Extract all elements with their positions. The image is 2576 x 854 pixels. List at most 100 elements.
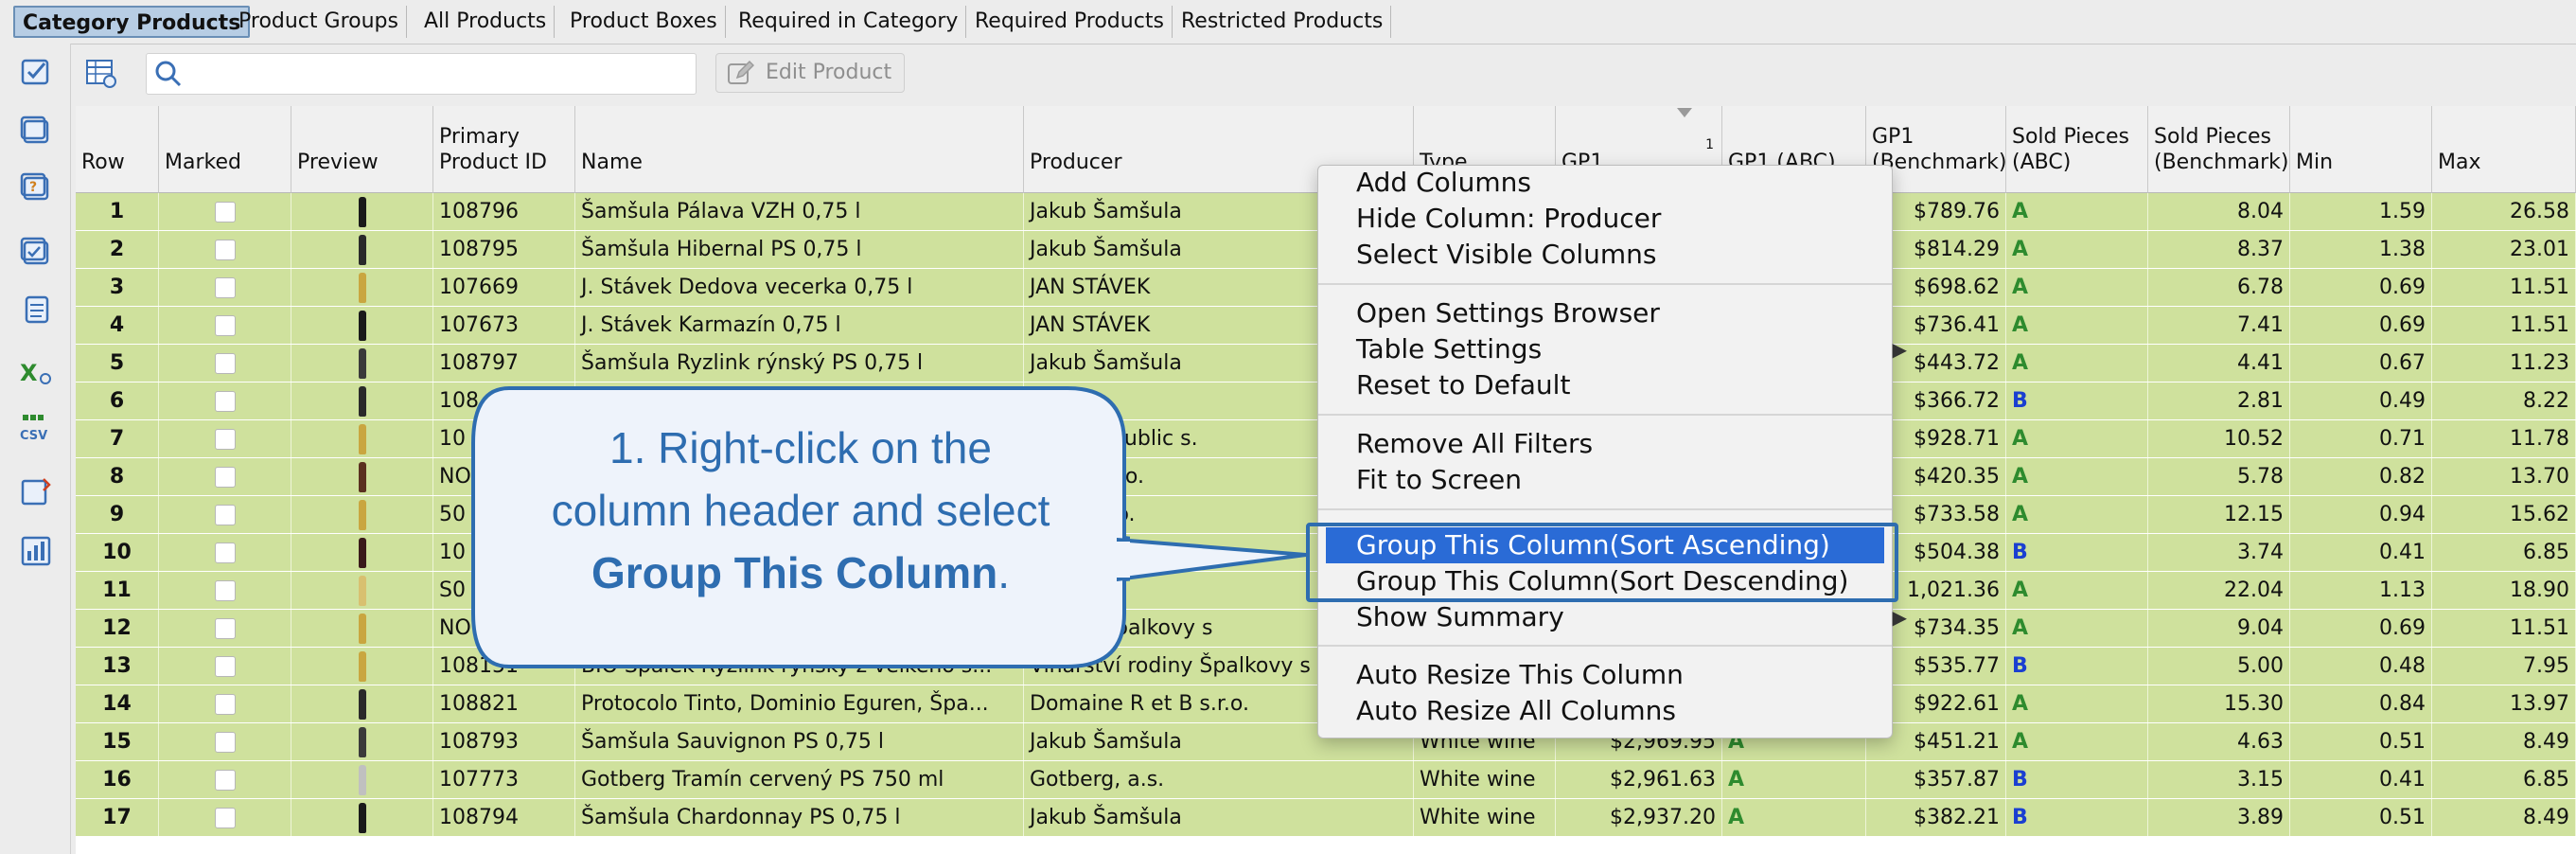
mark-checkbox[interactable] (214, 277, 236, 298)
edit-icon (728, 60, 754, 84)
cell-marked[interactable] (159, 685, 291, 722)
cell-marked[interactable] (159, 799, 291, 836)
menu-item-auto-resize-this-column[interactable]: Auto Resize This Column (1356, 658, 1684, 692)
table-settings-icon[interactable] (85, 57, 117, 89)
cell-id: 107673 (433, 307, 575, 344)
search-box[interactable] (146, 53, 697, 95)
cell-max: 26.58 (2432, 193, 2576, 230)
tab-all-products[interactable]: All Products (416, 6, 556, 38)
mark-checkbox[interactable] (214, 315, 236, 336)
mark-checkbox[interactable] (214, 580, 236, 601)
cell-marked[interactable] (159, 610, 291, 647)
mark-checkbox[interactable] (214, 391, 236, 412)
menu-item-table-settings[interactable]: Table Settings ▶ (1356, 332, 1907, 366)
csv-export-icon[interactable]: CSV (19, 411, 53, 445)
mark-checkbox[interactable] (214, 770, 236, 791)
check-list-icon[interactable] (19, 55, 53, 89)
cell-sold-bench: 4.41 (2148, 345, 2290, 382)
cell-marked[interactable] (159, 193, 291, 230)
mark-checkbox[interactable] (214, 505, 236, 525)
tab-product-groups[interactable]: Product Groups (231, 6, 407, 38)
cell-row: 14 (76, 685, 159, 722)
column-header-min[interactable]: Min (2290, 106, 2432, 193)
tab-restricted-products[interactable]: Restricted Products (1173, 6, 1392, 38)
mark-checkbox[interactable] (214, 694, 236, 715)
cell-max: 11.51 (2432, 269, 2576, 306)
cell-marked[interactable] (159, 269, 291, 306)
cell-marked[interactable] (159, 345, 291, 382)
cell-marked[interactable] (159, 534, 291, 571)
cell-row: 9 (76, 496, 159, 533)
cell-marked[interactable] (159, 572, 291, 609)
cell-marked[interactable] (159, 383, 291, 419)
mark-checkbox[interactable] (214, 240, 236, 260)
tab-category-products[interactable]: Category Products (13, 6, 251, 38)
column-header-label: Producer (1030, 151, 1122, 174)
column-header-name[interactable]: Name (575, 106, 1024, 193)
sort-icon[interactable] (19, 475, 53, 509)
column-header-primary-product-id[interactable]: Primary Product ID (433, 106, 575, 193)
column-header-marked[interactable]: Marked (159, 106, 291, 193)
mark-checkbox[interactable] (214, 467, 236, 488)
mark-checkbox[interactable] (214, 618, 236, 639)
image-check-icon[interactable] (19, 235, 53, 269)
cell-marked[interactable] (159, 231, 291, 268)
menu-item-auto-resize-all-columns[interactable]: Auto Resize All Columns (1356, 694, 1676, 728)
column-header-sold-pieces-benchmark[interactable]: Sold Pieces (Benchmark) (2148, 106, 2290, 193)
cell-marked[interactable] (159, 648, 291, 685)
table-row[interactable]: 17 108794 Šamšula Chardonnay PS 0,75 l Jaku… (76, 799, 2576, 837)
tab-required-products[interactable]: Required Products (967, 6, 1173, 38)
column-header-max[interactable]: Max (2432, 106, 2576, 193)
notes-icon[interactable] (19, 292, 53, 326)
cell-marked[interactable] (159, 420, 291, 457)
menu-item-add-columns[interactable]: Add Columns (1356, 166, 1531, 200)
mark-checkbox[interactable] (214, 353, 236, 374)
menu-item-reset-to-default[interactable]: Reset to Default (1356, 368, 1570, 402)
mark-checkbox[interactable] (214, 732, 236, 753)
cell-min: 0.48 (2290, 648, 2432, 685)
cell-min: 0.67 (2290, 345, 2432, 382)
mark-checkbox[interactable] (214, 808, 236, 828)
menu-item-hide-column[interactable]: Hide Column: Producer (1356, 202, 1661, 236)
column-header-preview[interactable]: Preview (291, 106, 433, 193)
cell-marked[interactable] (159, 761, 291, 798)
cell-sold-bench: 5.00 (2148, 648, 2290, 685)
menu-item-open-settings-browser[interactable]: Open Settings Browser (1356, 296, 1660, 330)
menu-item-show-summary[interactable]: Show Summary ▶ (1356, 600, 1907, 634)
mark-checkbox[interactable] (214, 202, 236, 222)
cell-marked[interactable] (159, 458, 291, 495)
cell-row: 15 (76, 723, 159, 760)
cell-row: 8 (76, 458, 159, 495)
menu-item-remove-all-filters[interactable]: Remove All Filters (1356, 427, 1593, 461)
search-input[interactable] (192, 58, 688, 90)
tab-product-boxes[interactable]: Product Boxes (562, 6, 726, 38)
cell-sold-abc: A (2006, 193, 2148, 230)
bottle-thumbnail-icon (358, 386, 366, 417)
cell-sold-bench: 7.41 (2148, 307, 2290, 344)
mark-checkbox[interactable] (214, 429, 236, 450)
menu-item-fit-to-screen[interactable]: Fit to Screen (1356, 463, 1522, 497)
cell-sold-bench: 3.89 (2148, 799, 2290, 836)
tab-required-in-category[interactable]: Required in Category (731, 6, 967, 38)
cell-sold-bench: 10.52 (2148, 420, 2290, 457)
table-row[interactable]: 16 107773 Gotberg Tramín cervený PS 750 ml… (76, 761, 2576, 799)
column-header-row[interactable]: Row (76, 106, 159, 193)
cell-min: 0.82 (2290, 458, 2432, 495)
edit-product-button[interactable]: Edit Product (715, 53, 905, 93)
mark-checkbox[interactable] (214, 656, 236, 677)
mark-checkbox[interactable] (214, 543, 236, 563)
column-header-sold-pieces-abc[interactable]: Sold Pieces (ABC) (2006, 106, 2148, 193)
cell-marked[interactable] (159, 723, 291, 760)
cell-marked[interactable] (159, 496, 291, 533)
cell-preview (291, 761, 433, 798)
excel-export-icon[interactable]: X (19, 356, 53, 390)
bottle-thumbnail-icon (358, 424, 366, 454)
window-icon[interactable] (19, 114, 53, 148)
cell-gp1: $2,961.63 (1556, 761, 1722, 798)
cell-sold-abc: A (2006, 572, 2148, 609)
cell-marked[interactable] (159, 307, 291, 344)
cell-preview (291, 572, 433, 609)
menu-item-select-visible-columns[interactable]: Select Visible Columns (1356, 238, 1656, 272)
chart-icon[interactable] (19, 534, 53, 568)
help-doc-icon[interactable]: ? (19, 170, 53, 205)
